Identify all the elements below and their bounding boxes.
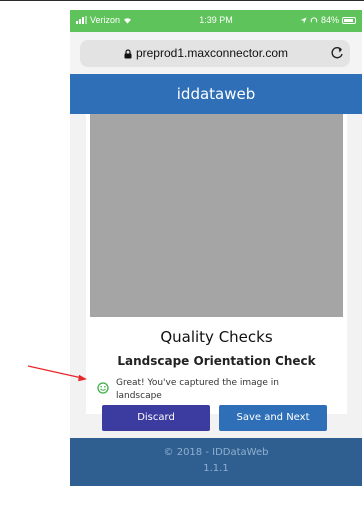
- arrow-icon: [27, 365, 87, 382]
- screenshot-stage: Verizon 1:39 PM 84% preprod1.maxconnecto…: [0, 0, 364, 509]
